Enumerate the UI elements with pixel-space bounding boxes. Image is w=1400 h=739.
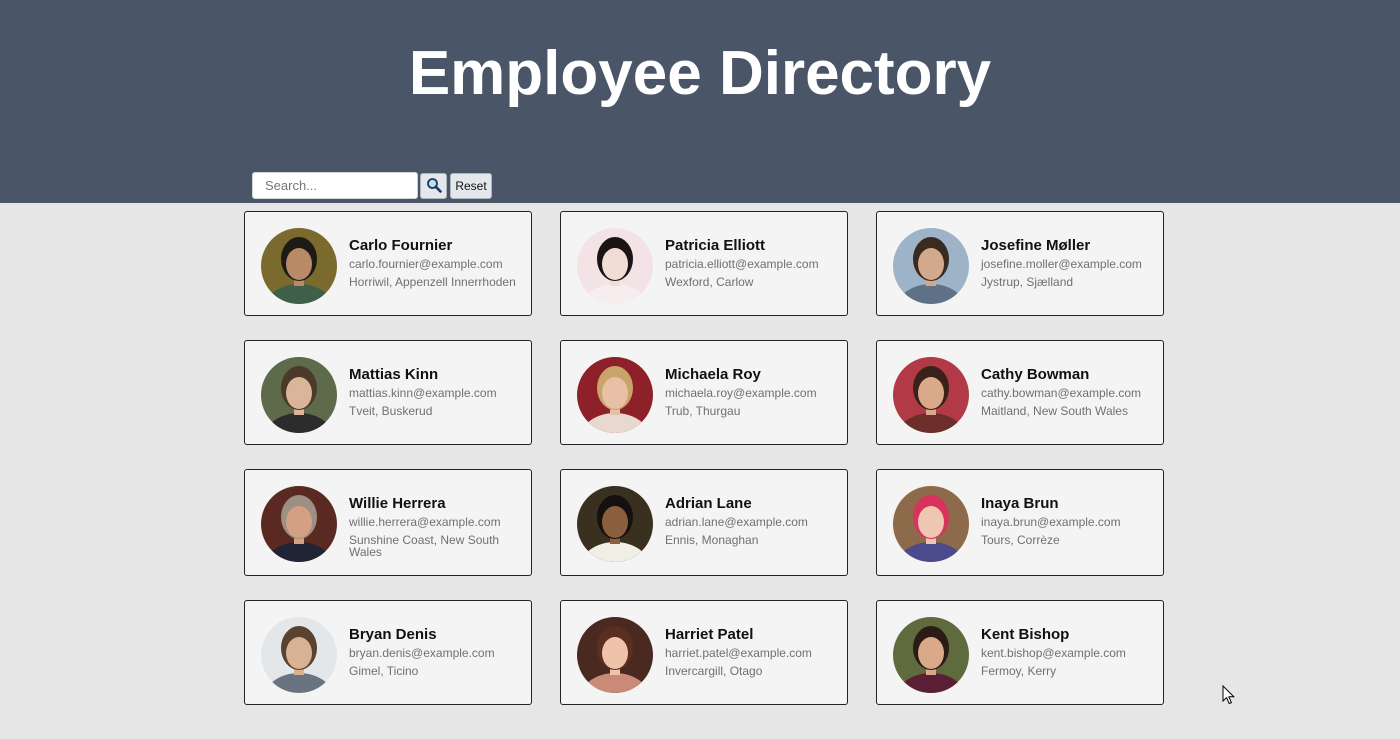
employee-info: Josefine Møller josefine.moller@example.c… (981, 237, 1151, 294)
employee-email: inaya.brun@example.com (981, 515, 1121, 529)
avatar (577, 357, 653, 433)
employee-location: Jystrup, Sjælland (981, 275, 1074, 289)
employee-card[interactable]: Mattias Kinn mattias.kinn@example.com Tvei… (244, 340, 532, 445)
employee-name: Adrian Lane (665, 495, 752, 512)
employee-location: Tours, Corrèze (981, 533, 1060, 547)
employee-location: Invercargill, Otago (665, 664, 763, 678)
mouse-cursor-icon (1222, 684, 1236, 705)
avatar (577, 486, 653, 562)
employee-email: harriet.patel@example.com (665, 646, 812, 660)
employee-card[interactable]: Inaya Brun inaya.brun@example.com Tours, C… (876, 469, 1164, 576)
employee-info: Patricia Elliott patricia.elliott@example… (665, 237, 835, 294)
employee-email: patricia.elliott@example.com (665, 257, 819, 271)
employee-name: Harriet Patel (665, 626, 754, 643)
employee-info: Mattias Kinn mattias.kinn@example.com Tvei… (349, 366, 519, 423)
employee-card[interactable]: Josefine Møller josefine.moller@example.c… (876, 211, 1164, 316)
reset-button[interactable]: Reset (450, 173, 492, 199)
employee-info: Kent Bishop kent.bishop@example.com Fermoy… (981, 626, 1151, 683)
page-header: Employee Directory Reset (0, 0, 1400, 203)
employee-location: Horriwil, Appenzell Innerrhoden (349, 275, 516, 289)
employee-name: Bryan Denis (349, 626, 437, 643)
employee-info: Harriet Patel harriet.patel@example.com In… (665, 626, 835, 683)
employee-name: Mattias Kinn (349, 366, 439, 383)
employee-card[interactable]: Kent Bishop kent.bishop@example.com Fermoy… (876, 600, 1164, 705)
employee-email: cathy.bowman@example.com (981, 386, 1142, 400)
employee-location: Fermoy, Kerry (981, 664, 1057, 678)
employee-email: michaela.roy@example.com (665, 386, 817, 400)
employee-name: Cathy Bowman (981, 366, 1090, 383)
employee-email: bryan.denis@example.com (349, 646, 495, 660)
employee-info: Willie Herrera willie.herrera@example.com… (349, 495, 519, 564)
search-button[interactable] (420, 173, 447, 199)
employee-name: Kent Bishop (981, 626, 1070, 643)
employee-location: Gimel, Ticino (349, 664, 419, 678)
employee-email: adrian.lane@example.com (665, 515, 808, 529)
employee-card[interactable]: Cathy Bowman cathy.bowman@example.com Mait… (876, 340, 1164, 445)
employee-location: Tveit, Buskerud (349, 404, 433, 418)
employee-info: Cathy Bowman cathy.bowman@example.com Mait… (981, 366, 1151, 423)
employee-card[interactable]: Adrian Lane adrian.lane@example.com Ennis,… (560, 469, 848, 576)
employee-location: Wexford, Carlow (665, 275, 754, 289)
avatar (577, 617, 653, 693)
employee-name: Josefine Møller (981, 237, 1091, 254)
avatar (893, 228, 969, 304)
employee-email: josefine.moller@example.com (981, 257, 1142, 271)
employee-name: Patricia Elliott (665, 237, 766, 254)
avatar (577, 228, 653, 304)
employee-info: Inaya Brun inaya.brun@example.com Tours, C… (981, 495, 1151, 552)
page-title: Employee Directory (408, 39, 992, 108)
employee-card[interactable]: Carlo Fournier carlo.fournier@example.com… (244, 211, 532, 316)
employee-card[interactable]: Willie Herrera willie.herrera@example.com… (244, 469, 532, 576)
employee-info: Michaela Roy michaela.roy@example.com Trub… (665, 366, 835, 423)
avatar (261, 228, 337, 304)
employee-card[interactable]: Harriet Patel harriet.patel@example.com In… (560, 600, 848, 705)
employee-name: Inaya Brun (981, 495, 1059, 512)
employee-name: Michaela Roy (665, 366, 761, 383)
employee-email: kent.bishop@example.com (981, 646, 1126, 660)
employee-name: Willie Herrera (349, 495, 446, 512)
employee-location: Sunshine Coast, New South Wales (349, 533, 500, 559)
avatar (261, 617, 337, 693)
employee-email: willie.herrera@example.com (349, 515, 501, 529)
employee-location: Trub, Thurgau (665, 404, 741, 418)
avatar (261, 357, 337, 433)
employee-email: carlo.fournier@example.com (349, 257, 503, 271)
employee-card[interactable]: Bryan Denis bryan.denis@example.com Gimel,… (244, 600, 532, 705)
employee-email: mattias.kinn@example.com (349, 386, 497, 400)
employee-info: Adrian Lane adrian.lane@example.com Ennis,… (665, 495, 835, 552)
avatar (893, 617, 969, 693)
employee-name: Carlo Fournier (349, 237, 453, 254)
employee-location: Maitland, New South Wales (981, 404, 1128, 418)
magnifier-icon (426, 177, 442, 196)
employee-info: Carlo Fournier carlo.fournier@example.com… (349, 237, 519, 294)
search-input[interactable] (252, 172, 418, 199)
employee-info: Bryan Denis bryan.denis@example.com Gimel,… (349, 626, 519, 683)
avatar (893, 486, 969, 562)
employee-card[interactable]: Patricia Elliott patricia.elliott@example… (560, 211, 848, 316)
avatar (893, 357, 969, 433)
avatar (261, 486, 337, 562)
employee-location: Ennis, Monaghan (665, 533, 759, 547)
employee-card[interactable]: Michaela Roy michaela.roy@example.com Trub… (560, 340, 848, 445)
